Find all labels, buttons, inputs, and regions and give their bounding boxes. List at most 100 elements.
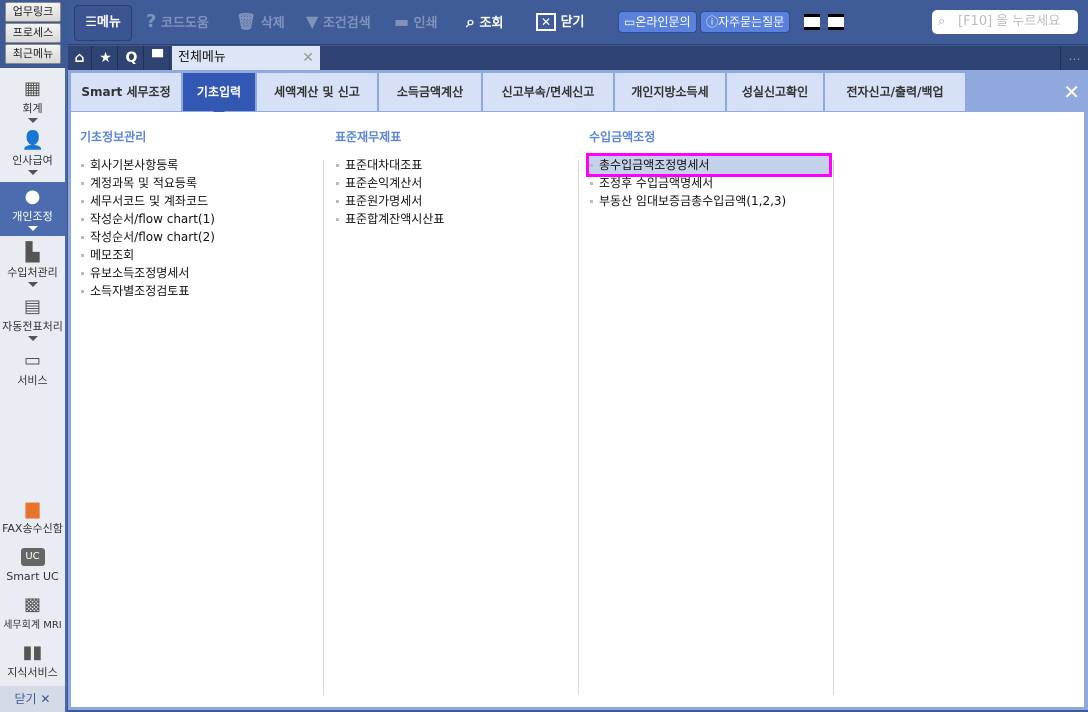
close-label: 닫기 <box>14 692 37 706</box>
chevron-down-icon <box>27 170 38 175</box>
magnifier-icon: ⌕ <box>466 12 475 31</box>
close-button[interactable]: ✕ 닫기 <box>536 10 585 34</box>
layout-alt-icon[interactable] <box>828 14 844 30</box>
column-title: 기초정보관리 <box>80 130 147 144</box>
label: 조건검색 <box>322 16 371 31</box>
chevron-down-icon <box>27 282 38 287</box>
column-revenue-adjustment: 수입금액조정 총수입금액조정명세서 조정후 수입금액명세서 부동산 임대보증금총… <box>586 112 832 210</box>
filter-search-button[interactable]: ▼ 조건검색 <box>306 10 371 34</box>
menu-item[interactable]: 세무서코드 및 계좌코드 <box>80 192 320 210</box>
print-button[interactable]: ▬ 인쇄 <box>394 10 438 34</box>
tab-e-filing[interactable]: 전자신고/출력/백업 <box>825 73 965 111</box>
column-standard-statements: 표준재무제표 표준대차대조표 표준손익계산서 표준원가명세서 표준합계잔액시산표 <box>335 112 575 228</box>
menu-item[interactable]: 작성순서/flow chart(1) <box>80 210 320 228</box>
menu-label: 메뉴 <box>96 15 121 30</box>
close-icon[interactable]: ✕ <box>1063 80 1080 104</box>
delete-button[interactable]: 🗑 삭제 <box>236 10 285 34</box>
menu-content: 기초정보관리 회사기본사항등록 계정과목 및 적요등록 세무서코드 및 계좌코드… <box>71 112 1084 707</box>
sidebar-item-label: 회계 <box>22 102 43 115</box>
sidebar-item-personal-adjustment[interactable]: ● 개인조정 <box>0 182 65 236</box>
tab-income-calculation[interactable]: 소득금액계산 <box>379 73 481 111</box>
menu-item[interactable]: 메모조회 <box>80 246 320 264</box>
quick-search-icon[interactable]: Q <box>120 46 144 70</box>
menu-item[interactable]: 유보소득조정명세서 <box>80 264 320 282</box>
home-icon[interactable]: ⌂ <box>68 46 92 70</box>
knowledge-service-button[interactable]: ▮▮ 지식서비스 <box>0 642 65 680</box>
work-link-button[interactable]: 업무링크 <box>5 2 61 22</box>
sidebar-item-accounting[interactable]: ▦ 회계 <box>0 78 65 128</box>
chevron-down-icon <box>27 226 38 231</box>
menu-frame: Smart 세무조정 기초입력 세액계산 및 신고 소득금액계산 신고부속/면세… <box>68 70 1088 710</box>
tab-all-menu[interactable]: 전체메뉴 ✕ <box>172 46 320 70</box>
chevron-down-icon <box>27 118 38 123</box>
sidebar-item-service[interactable]: ▭ 서비스 <box>0 350 65 390</box>
recent-menu-button[interactable]: 최근메뉴 <box>5 44 61 64</box>
menu-button[interactable]: ☰메뉴 <box>74 5 132 41</box>
search-input[interactable]: ⌕ [F10] 을 누르세요 <box>932 10 1078 34</box>
document-database-icon: ▤ <box>23 296 41 317</box>
code-help-button[interactable]: ? 코드도움 <box>146 10 209 34</box>
fax-button[interactable]: ▆ FAX송수신함 <box>0 498 65 536</box>
label: 조회 <box>479 16 504 31</box>
tab-basic-input[interactable]: 기초입력 <box>183 73 255 117</box>
menu-item[interactable]: 부동산 임대보증금총수입금액(1,2,3) <box>589 192 829 210</box>
sidebar-item-income-management[interactable]: ▙ 수입처관리 <box>0 242 65 292</box>
label: 온라인문의 <box>635 15 691 29</box>
menu-item[interactable]: 표준원가명세서 <box>335 192 575 210</box>
column-title: 표준재무제표 <box>335 130 402 144</box>
tab-tax-calculation[interactable]: 세액계산 및 신고 <box>257 73 377 111</box>
search-icon: ⌕ <box>938 14 946 29</box>
tab-faithful-report[interactable]: 성실신고확인 <box>727 73 823 111</box>
close-icon[interactable]: ✕ <box>302 46 314 70</box>
menu-item[interactable]: 작성순서/flow chart(2) <box>80 228 320 246</box>
calendar-icon[interactable]: ▀ <box>146 46 170 70</box>
column-basic-info: 기초정보관리 회사기본사항등록 계정과목 및 적요등록 세무서코드 및 계좌코드… <box>80 112 320 300</box>
sidebar-item-label: Smart UC <box>6 570 59 583</box>
tab-local-income-tax[interactable]: 개인지방소득세 <box>615 73 725 111</box>
document-tab-strip: ⌂ ★ Q ▀ 전체메뉴 ✕ … <box>68 46 1088 70</box>
monitor-icon: ▭ <box>23 350 41 371</box>
label: 닫기 <box>560 15 585 30</box>
sidebar-item-auto-voucher[interactable]: ▤ 자동전표처리 <box>0 296 65 346</box>
tab-smart-tax[interactable]: Smart 세무조정 <box>71 73 181 111</box>
sidebar-item-payroll[interactable]: 👤 인사급여 <box>0 130 65 180</box>
menu-item[interactable]: 계정과목 및 적요등록 <box>80 174 320 192</box>
menu-item[interactable]: 표준손익계산서 <box>335 174 575 192</box>
star-icon[interactable]: ★ <box>94 46 118 70</box>
label: 인쇄 <box>413 16 438 31</box>
column-divider <box>833 160 834 695</box>
menu-item[interactable]: 표준대차대조표 <box>335 156 575 174</box>
left-sidebar: 업무링크 프로세스 최근메뉴 ▦ 회계 👤 인사급여 ● 개인조정 ▙ 수입처관리 ▤ 자… <box>0 0 67 712</box>
sidebar-item-label: FAX송수신함 <box>2 522 63 535</box>
label: 코드도움 <box>160 16 209 31</box>
layout-icon[interactable] <box>804 14 820 30</box>
fax-icon: ▆ <box>25 498 40 519</box>
mri-button[interactable]: ▩ 세무회계 MRI <box>0 594 65 631</box>
faq-button[interactable]: ⓘ자주묻는질문 <box>700 11 791 33</box>
question-icon: ? <box>146 11 157 32</box>
search-placeholder: [F10] 을 누르세요 <box>958 14 1061 29</box>
more-icon[interactable]: … <box>1060 46 1088 70</box>
filter-icon: ▼ <box>306 12 319 31</box>
menu-item[interactable]: 표준합계잔액시산표 <box>335 210 575 228</box>
book-icon: ▮▮ <box>22 642 43 663</box>
toolbar: ☰메뉴 ? 코드도움 🗑 삭제 ▼ 조건검색 ▬ 인쇄 ⌕ 조회 ✕ 닫기 ▭온… <box>68 0 1088 45</box>
sidebar-item-label: 서비스 <box>17 374 48 387</box>
sidebar-item-label: 세무회계 MRI <box>3 620 62 631</box>
close-icon: ✕ <box>40 692 51 706</box>
process-button[interactable]: 프로세스 <box>5 23 61 43</box>
column-divider <box>323 160 324 695</box>
sidebar-item-label: 개인조정 <box>12 210 53 223</box>
question-bubble-icon: ⓘ <box>706 15 719 29</box>
smart-uc-button[interactable]: UC Smart UC <box>0 548 65 583</box>
sidebar-close-button[interactable]: 닫기 ✕ <box>0 686 65 712</box>
person-building-icon: ▙ <box>25 242 40 263</box>
tab-attachments[interactable]: 신고부속/면세신고 <box>483 73 613 111</box>
search-button[interactable]: ⌕ 조회 <box>466 10 503 34</box>
menu-item[interactable]: 소득자별조정검토표 <box>80 282 320 300</box>
menu-item[interactable]: 회사기본사항등록 <box>80 156 320 174</box>
menu-item[interactable]: 조정후 수입금액명세서 <box>589 174 829 192</box>
menu-item-selected[interactable]: 총수입금액조정명세서 <box>586 153 832 177</box>
online-inquiry-button[interactable]: ▭온라인문의 <box>618 11 697 33</box>
chevron-down-icon <box>27 336 38 341</box>
